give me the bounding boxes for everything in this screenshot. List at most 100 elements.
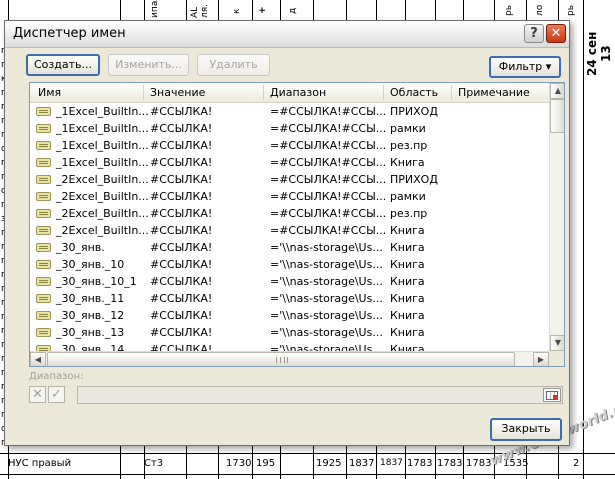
vertical-scrollbar[interactable]: ▲ ▼ <box>549 83 564 351</box>
item-name: _1Excel_BuiltIn... <box>56 139 149 152</box>
vertical-scroll-thumb[interactable] <box>550 99 564 133</box>
item-scope: Книга <box>390 156 425 169</box>
edit-button[interactable]: Изменить... <box>108 54 189 76</box>
column-separator[interactable] <box>451 85 452 100</box>
close-button[interactable]: Закрыть <box>490 418 562 441</box>
filter-button[interactable]: Фильтр ▾ <box>489 56 561 78</box>
list-item[interactable]: _1Excel_BuiltIn... #ССЫЛКА! =#ССЫЛКА!#ССЫ.… <box>30 103 549 120</box>
item-name: _1Excel_BuiltIn... <box>56 122 149 135</box>
column-header-fragment: рь <box>504 4 514 16</box>
item-value: #ССЫЛКА! <box>150 275 213 288</box>
item-value: #ССЫЛКА! <box>150 105 213 118</box>
name-icon <box>36 311 51 320</box>
close-window-button[interactable]: ✕ <box>546 24 566 43</box>
column-header-fragment: к <box>232 8 242 14</box>
column-header-fragment: ло <box>535 4 545 16</box>
names-list[interactable]: Имя Значение Диапазон Область Примечание… <box>29 82 565 367</box>
delete-button[interactable]: Удалить <box>197 54 270 76</box>
list-item[interactable]: _30_янв._12 #ССЫЛКА! ='\\nas-storage\Us...… <box>30 307 549 324</box>
item-range: =#ССЫЛКА!#ССЫ... <box>270 224 387 237</box>
name-icon <box>36 124 51 133</box>
item-scope: Книга <box>390 241 425 254</box>
list-item[interactable]: _1Excel_BuiltIn... #ССЫЛКА! =#ССЫЛКА!#ССЫ.… <box>30 137 549 154</box>
list-item[interactable]: _30_янв._13 #ССЫЛКА! ='\\nas-storage\Us...… <box>30 324 549 341</box>
list-item[interactable]: _30_янв._14 #ССЫЛКА! ='\\nas-storage\Us...… <box>30 341 549 351</box>
column-header-note[interactable]: Примечание <box>458 86 530 99</box>
item-scope: рамки <box>390 190 426 203</box>
list-item[interactable]: _1Excel_BuiltIn... #ССЫЛКА! =#ССЫЛКА!#ССЫ.… <box>30 154 549 171</box>
list-item[interactable]: _1Excel_BuiltIn... #ССЫЛКА! =#ССЫЛКА!#ССЫ.… <box>30 120 549 137</box>
dialog-title: Диспетчер имен <box>13 26 126 41</box>
item-scope: ПРИХОД <box>390 173 438 186</box>
list-item[interactable]: _2Excel_BuiltIn... #ССЫЛКА! =#ССЫЛКА!#ССЫ.… <box>30 222 549 239</box>
item-value: #ССЫЛКА! <box>150 139 213 152</box>
create-button[interactable]: Создать... <box>26 54 100 76</box>
item-name: _2Excel_BuiltIn... <box>56 190 149 203</box>
column-header-fragment: AL ля. <box>190 3 210 18</box>
list-item[interactable]: _2Excel_BuiltIn... #ССЫЛКА! =#ССЫЛКА!#ССЫ.… <box>30 205 549 222</box>
column-header-scope[interactable]: Область <box>390 86 438 99</box>
column-header-fragment: рь <box>566 4 576 16</box>
range-select-icon[interactable] <box>543 388 561 402</box>
column-header-value[interactable]: Значение <box>150 86 205 99</box>
item-name: _30_янв. <box>56 241 105 254</box>
name-icon <box>36 141 51 150</box>
horizontal-scroll-thumb[interactable] <box>47 352 515 366</box>
list-item[interactable]: _30_янв. #ССЫЛКА! ='\\nas-storage\Us... Кни… <box>30 239 549 256</box>
item-range: ='\\nas-storage\Us... <box>270 275 383 288</box>
item-range: =#ССЫЛКА!#ССЫ... <box>270 207 387 220</box>
range-accept-icon[interactable]: ✓ <box>48 386 65 403</box>
horizontal-scrollbar[interactable]: ◀ ▶ <box>30 351 549 366</box>
scroll-left-icon[interactable]: ◀ <box>30 352 46 366</box>
item-value: #ССЫЛКА! <box>150 190 213 203</box>
column-separator[interactable] <box>143 85 144 100</box>
item-value: #ССЫЛКА! <box>150 224 213 237</box>
row-label: НУС правый <box>8 458 72 469</box>
scroll-up-icon[interactable]: ▲ <box>550 83 564 99</box>
item-value: #ССЫЛКА! <box>150 173 213 186</box>
item-value: #ССЫЛКА! <box>150 156 213 169</box>
column-header-fragment: + <box>258 6 268 14</box>
list-item[interactable]: _2Excel_BuiltIn... #ССЫЛКА! =#ССЫЛКА!#ССЫ.… <box>30 171 549 188</box>
cell-value: 2 <box>573 458 580 469</box>
item-name: _30_янв._11 <box>56 292 125 305</box>
column-separator[interactable] <box>383 85 384 100</box>
item-name: _30_янв._10_1 <box>56 275 137 288</box>
range-cancel-icon[interactable]: ✕ <box>29 386 46 403</box>
item-value: #ССЫЛКА! <box>150 207 213 220</box>
item-range: =#ССЫЛКА!#ССЫ... <box>270 139 387 152</box>
item-scope: Книга <box>390 224 425 237</box>
item-range: ='\\nas-storage\Us... <box>270 309 383 322</box>
name-icon <box>36 226 51 235</box>
column-separator[interactable] <box>263 85 264 100</box>
dialog-titlebar[interactable]: Диспетчер имен ? ✕ <box>5 21 569 48</box>
item-scope: Книга <box>390 275 425 288</box>
help-button[interactable]: ? <box>524 24 544 43</box>
item-name: _1Excel_BuiltIn... <box>56 105 149 118</box>
item-name: _2Excel_BuiltIn... <box>56 224 149 237</box>
name-icon <box>36 192 51 201</box>
list-rows: _1Excel_BuiltIn... #ССЫЛКА! =#ССЫЛКА!#ССЫ.… <box>30 103 549 351</box>
range-input[interactable] <box>77 386 563 404</box>
cell-value: 1730 <box>226 458 252 469</box>
scroll-down-icon[interactable]: ▼ <box>550 335 564 351</box>
name-icon <box>36 209 51 218</box>
item-range: ='\\nas-storage\Us... <box>270 343 383 351</box>
scroll-right-icon[interactable]: ▶ <box>533 352 549 366</box>
item-range: =#ССЫЛКА!#ССЫ... <box>270 105 387 118</box>
item-scope: рез.пр <box>390 207 428 220</box>
item-value: #ССЫЛКА! <box>150 326 213 339</box>
item-scope: Книга <box>390 309 425 322</box>
list-item[interactable]: _30_янв._10 #ССЫЛКА! ='\\nas-storage\Us...… <box>30 256 549 273</box>
column-header-range[interactable]: Диапазон <box>270 86 326 99</box>
list-item[interactable]: _2Excel_BuiltIn... #ССЫЛКА! =#ССЫЛКА!#ССЫ.… <box>30 188 549 205</box>
item-name: _30_янв._10 <box>56 258 125 271</box>
item-name: _30_янв._13 <box>56 326 125 339</box>
list-item[interactable]: _30_янв._11 #ССЫЛКА! ='\\nas-storage\Us...… <box>30 290 549 307</box>
item-range: ='\\nas-storage\Us... <box>270 292 383 305</box>
column-header-name[interactable]: Имя <box>38 86 61 99</box>
list-item[interactable]: _30_янв._10_1 #ССЫЛКА! ='\\nas-storage\Us.… <box>30 273 549 290</box>
item-scope: рамки <box>390 122 426 135</box>
item-name: _1Excel_BuiltIn... <box>56 156 149 169</box>
item-name: _2Excel_BuiltIn... <box>56 173 149 186</box>
